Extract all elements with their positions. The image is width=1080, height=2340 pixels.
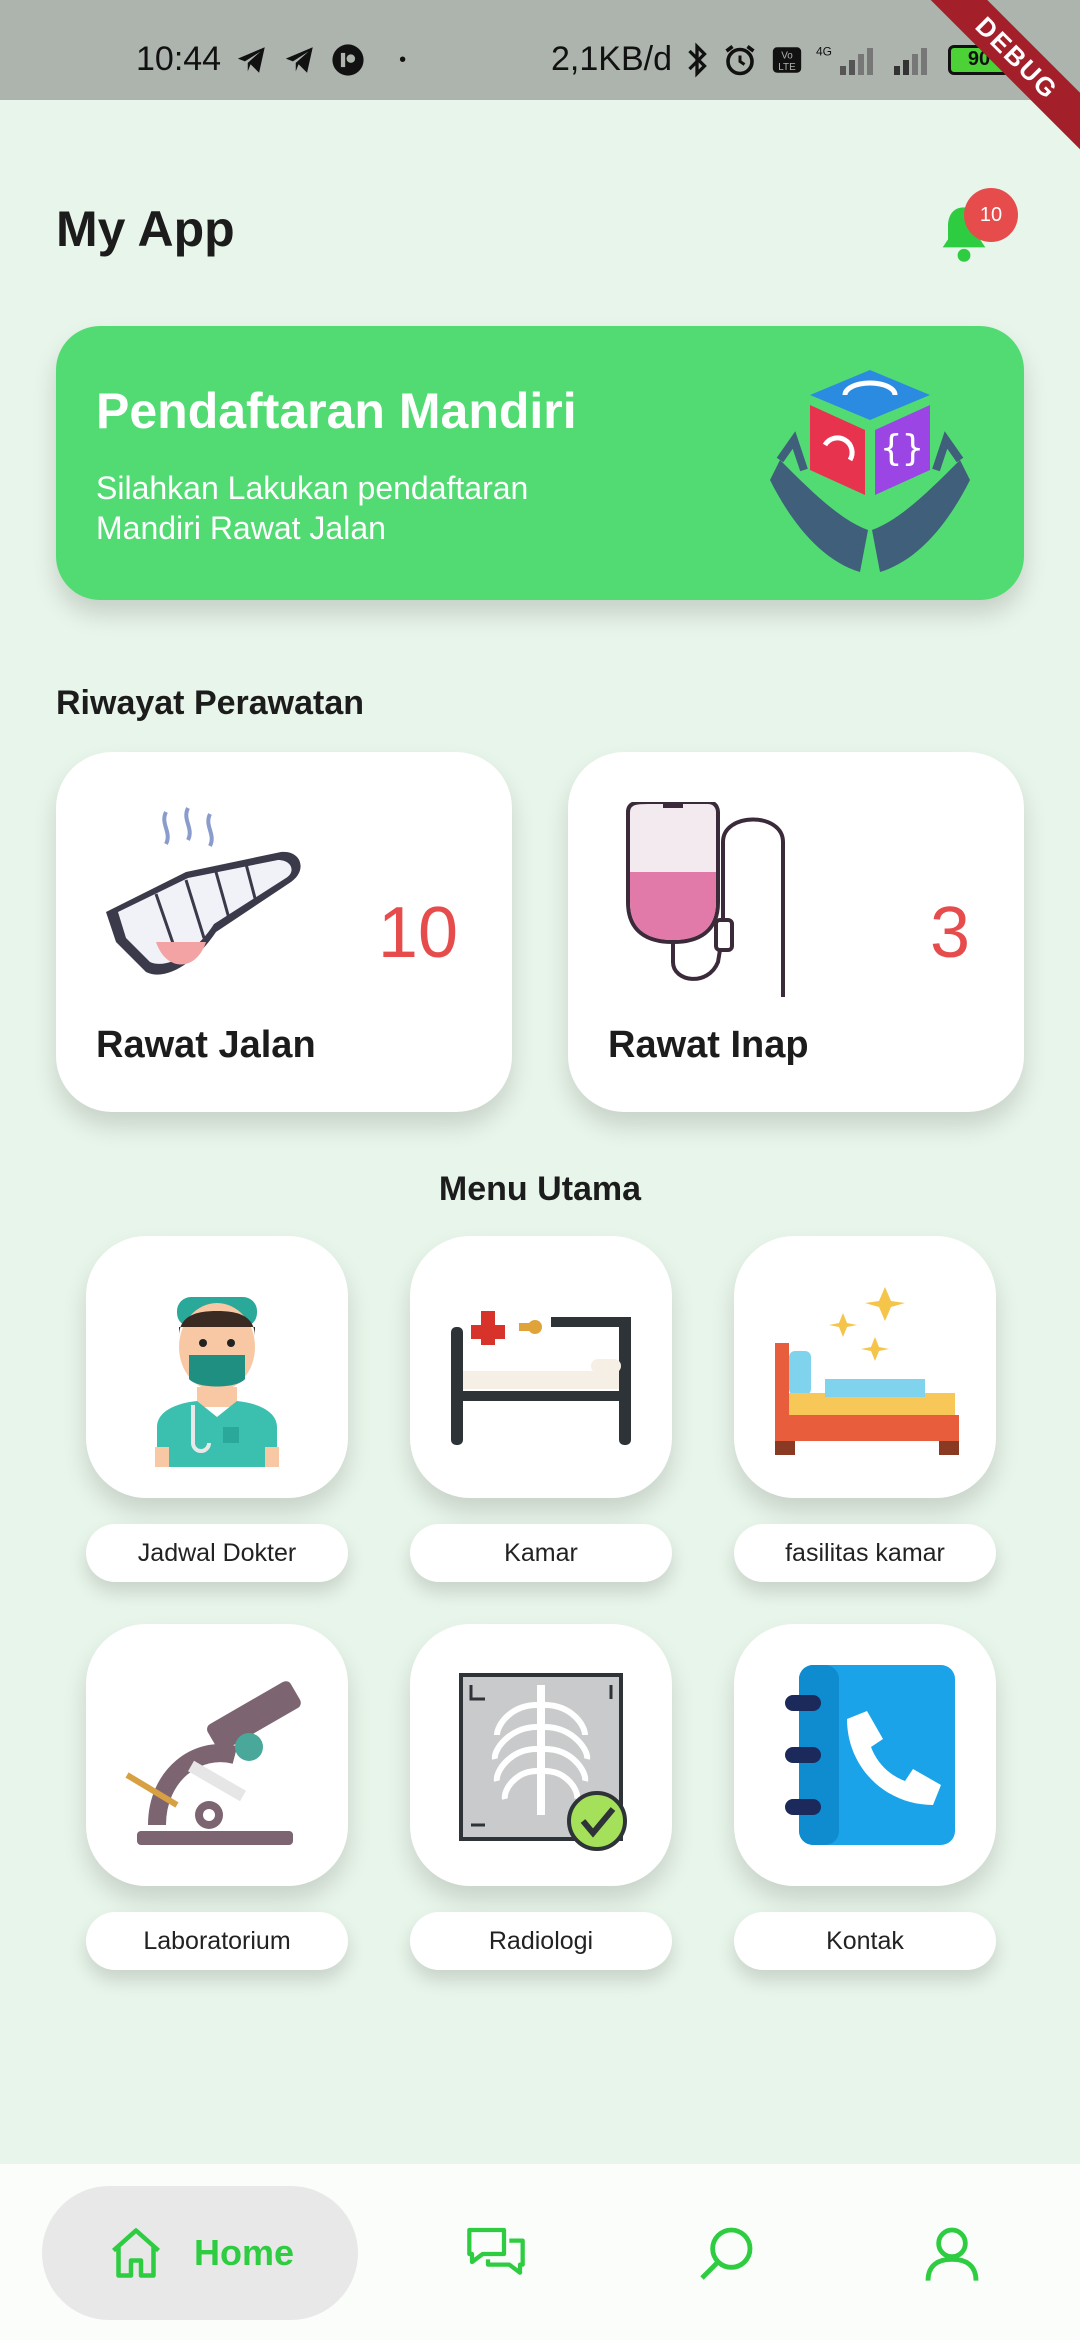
menu-label-kamar[interactable]: Kamar: [410, 1524, 672, 1582]
rawat-inap-count: 3: [929, 893, 970, 973]
home-icon: [111, 2228, 160, 2278]
bottom-navigation: Home: [0, 2164, 1080, 2340]
hospital-bed-icon: [451, 1311, 631, 1445]
notification-badge: 10: [964, 188, 1018, 242]
network-speed: 2,1KB/d: [551, 40, 672, 78]
profile-icon[interactable]: [920, 2222, 984, 2286]
phone-book-icon: [785, 1665, 955, 1845]
rawat-jalan-label: Rawat Jalan: [96, 1024, 316, 1066]
signal-4g-icon: 4G: [816, 44, 873, 75]
menu-tile-laboratorium[interactable]: [86, 1624, 348, 1886]
self-registration-banner[interactable]: Pendaftaran Mandiri Silahkan Lakukan pen…: [56, 326, 1024, 600]
app-notification-icon: [332, 43, 364, 76]
chat-icon[interactable]: [464, 2222, 528, 2286]
volte-icon: VoLTE: [772, 46, 802, 72]
alarm-icon: [725, 44, 755, 75]
svg-text:4G: 4G: [816, 44, 832, 58]
telegram-icon: [237, 46, 265, 73]
status-time: 10:44: [136, 40, 222, 78]
rawat-inap-card[interactable]: 3 Rawat Inap: [568, 752, 1024, 1112]
microscope-icon: [125, 1681, 301, 1845]
debug-banner: DEBUG: [914, 0, 1080, 161]
signal-icon: [894, 47, 927, 75]
banner-title: Pendaftaran Mandiri: [96, 383, 577, 439]
menu-label-jadwal-dokter[interactable]: Jadwal Dokter: [86, 1524, 348, 1582]
menu-tile-fasilitas-kamar[interactable]: [734, 1236, 996, 1498]
section-title-riwayat: Riwayat Perawatan: [56, 684, 365, 722]
svg-text:{}: {}: [880, 428, 923, 469]
page-title: My App: [56, 201, 235, 257]
injured-foot-icon: [106, 807, 301, 975]
doctor-icon: [155, 1297, 279, 1467]
dot-icon: •: [399, 48, 407, 71]
menu-tile-jadwal-dokter[interactable]: [86, 1236, 348, 1498]
status-right: 2,1KB/d Vo LTE 4G 90: [551, 40, 1015, 79]
menu-tile-kontak[interactable]: [734, 1624, 996, 1886]
nav-home-label: Home: [193, 2232, 295, 2273]
menu-label-kontak[interactable]: Kontak: [734, 1912, 996, 1970]
nav-home-button[interactable]: Home: [42, 2186, 358, 2320]
svg-text:LTE: LTE: [778, 61, 796, 72]
status-bar: 10:44 • 2,1KB/d Vo LTE 4G 90 DEBUG: [0, 0, 1080, 161]
telegram-icon: [285, 46, 313, 73]
bluetooth-icon: [688, 42, 707, 77]
rawat-inap-label: Rawat Inap: [608, 1024, 809, 1066]
rawat-jalan-count: 10: [377, 893, 458, 973]
menu-label-laboratorium[interactable]: Laboratorium: [86, 1912, 348, 1970]
menu-label-fasilitas-kamar[interactable]: fasilitas kamar: [734, 1524, 996, 1582]
banner-subtitle: Silahkan Lakukan pendaftaran Mandiri Raw…: [96, 470, 529, 546]
menu-tile-kamar[interactable]: [410, 1236, 672, 1498]
section-title-menu: Menu Utama: [438, 1170, 642, 1208]
rawat-jalan-card[interactable]: 10 Rawat Jalan: [56, 752, 512, 1112]
menu-tile-radiologi[interactable]: [410, 1624, 672, 1886]
svg-text:Vo: Vo: [781, 50, 793, 61]
menu-label-radiologi[interactable]: Radiologi: [410, 1912, 672, 1970]
status-left: 10:44 •: [136, 40, 406, 79]
iv-drip-icon: [626, 802, 785, 997]
search-icon[interactable]: [694, 2222, 758, 2286]
bed-facility-icon: [775, 1287, 959, 1455]
cube-hands-illustration: {}: [770, 370, 970, 572]
xray-icon: [459, 1673, 627, 1851]
